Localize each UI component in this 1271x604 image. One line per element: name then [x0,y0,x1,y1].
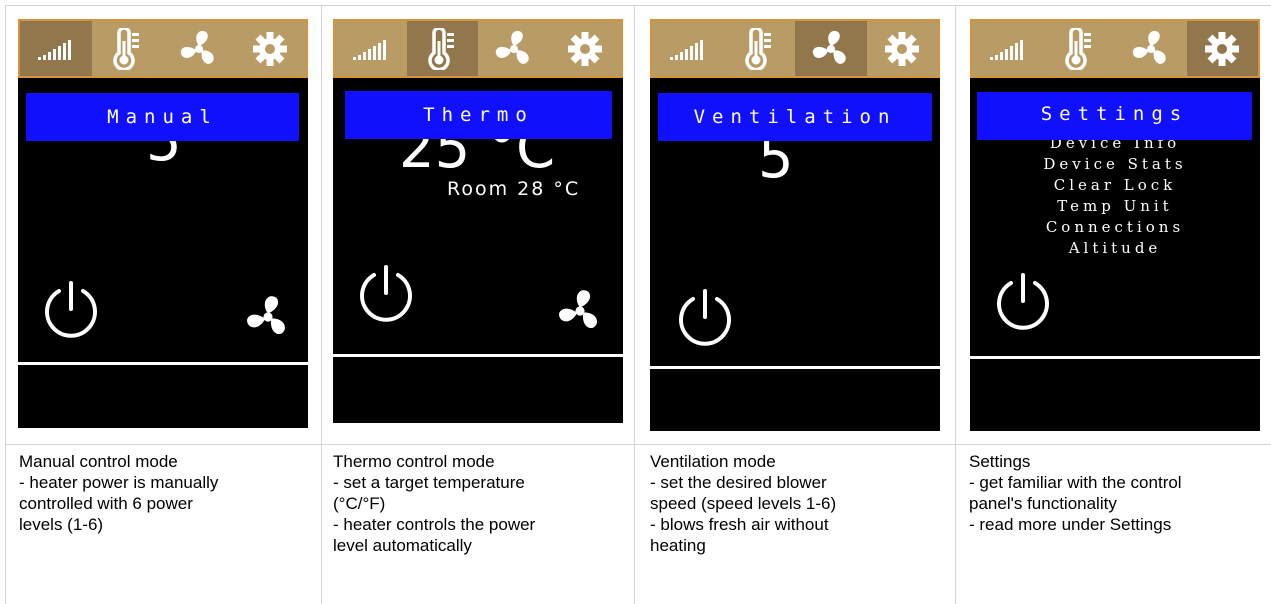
divider-line [333,354,623,357]
tab-thermo[interactable] [92,21,164,76]
caption-line: speed (speed levels 1-6) [650,494,837,513]
divider-line [18,362,308,365]
tab-thermo[interactable] [724,21,796,76]
fan-icon [812,30,846,64]
menu-item-connections[interactable]: Connections [970,217,1260,238]
mode-title: Settings [977,92,1252,140]
caption-line: levels (1-6) [19,515,104,534]
thermometer-icon [745,27,772,70]
tab-ventilation[interactable] [478,21,550,76]
caption-line: - set a target temperature [333,473,525,492]
caption-manual: Manual control mode - heater power is ma… [19,451,309,535]
grid-divider [321,6,322,604]
caption-line: panel's functionality [969,494,1117,513]
gear-icon [253,31,288,66]
tab-power-level[interactable] [972,21,1044,76]
caption-line: (°C/°F) [333,494,386,513]
divider-line [970,356,1260,359]
power-level-icon [352,39,386,60]
divider-line [650,366,940,369]
tab-settings[interactable] [1186,21,1258,76]
tab-ventilation[interactable] [1115,21,1187,76]
menu-item-temp-unit[interactable]: Temp Unit [970,196,1260,217]
grid-divider [955,6,956,604]
mode-title: Ventilation [658,93,932,141]
power-level-icon [989,39,1023,60]
thermometer-icon [428,27,455,70]
fan-button-icon[interactable] [245,294,291,340]
fan-icon [495,30,529,64]
tab-thermo[interactable] [406,21,478,76]
tab-power-level[interactable] [335,21,407,76]
power-button-icon[interactable] [355,263,417,325]
fan-icon [180,30,214,64]
tab-ventilation[interactable] [795,21,867,76]
mode-title: Thermo [345,91,612,139]
caption-line: heating [650,536,706,555]
gear-icon [568,31,603,66]
caption-settings: Settings - get familiar with the control… [969,451,1269,535]
caption-line: controlled with 6 power [19,494,193,513]
caption-line: level automatically [333,536,472,555]
gear-icon [885,31,920,66]
power-button-icon[interactable] [992,271,1054,333]
caption-title: Ventilation mode [650,452,776,471]
power-level-icon [669,39,703,60]
tab-power-level[interactable] [20,21,92,76]
room-temperature: Room 28 °C [447,178,581,200]
caption-thermo: Thermo control mode - set a target tempe… [333,451,623,556]
caption-line: - set the desired blower [650,473,827,492]
tab-ventilation[interactable] [163,21,235,76]
caption-title: Settings [969,452,1031,471]
menu-item-device-stats[interactable]: Device Stats [970,154,1260,175]
caption-line: - get familiar with the control [969,473,1182,492]
tab-thermo[interactable] [1044,21,1116,76]
thermometer-icon [1065,27,1092,70]
grid-divider [5,6,6,604]
manual-screen: 5 Manual [18,19,308,428]
menu-item-altitude[interactable]: Altitude [970,238,1260,259]
tab-settings[interactable] [867,21,939,76]
caption-line: - heater controls the power [333,515,536,534]
tab-settings[interactable] [235,21,307,76]
mode-tab-bar [18,19,308,78]
settings-menu: Device Info Device Stats Clear Lock Temp… [970,133,1260,259]
fan-button-icon[interactable] [557,288,603,334]
fan-icon [1132,30,1166,64]
mode-tab-bar [970,19,1260,78]
ventilation-screen: 5 Ventilation [650,19,940,431]
power-level-icon [37,39,71,60]
mode-tab-bar [333,19,623,78]
caption-line: - heater power is manually [19,473,219,492]
caption-title: Thermo control mode [333,452,495,471]
grid-divider [634,6,635,604]
tab-power-level[interactable] [652,21,724,76]
menu-item-clear-lock[interactable]: Clear Lock [970,175,1260,196]
power-button-icon[interactable] [674,287,736,349]
caption-title: Manual control mode [19,452,178,471]
thermometer-icon [113,27,140,70]
gear-icon [1205,31,1240,66]
grid-divider [5,444,1271,445]
thermo-screen: 25 °C Thermo Room 28 °C [333,19,623,423]
mode-title: Manual [26,93,299,141]
caption-line: - read more under Settings [969,515,1172,534]
settings-screen: Device Info Device Stats Clear Lock Temp… [970,19,1260,431]
tab-settings[interactable] [550,21,622,76]
caption-line: - blows fresh air without [650,515,829,534]
caption-ventilation: Ventilation mode - set the desired blowe… [650,451,950,556]
mode-tab-bar [650,19,940,78]
power-button-icon[interactable] [40,279,102,341]
